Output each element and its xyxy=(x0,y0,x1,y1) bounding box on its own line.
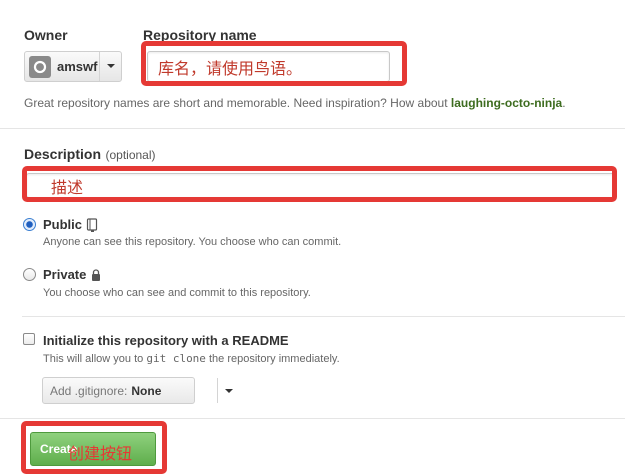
section-divider xyxy=(0,418,625,419)
public-label: Public xyxy=(43,217,83,232)
section-divider xyxy=(22,316,625,317)
readme-checkbox[interactable] xyxy=(23,333,35,345)
description-value: 描述 xyxy=(51,177,84,197)
private-note: You choose who can see and commit to thi… xyxy=(43,287,311,299)
repository-name-value: 库名，请使用鸟语。 xyxy=(158,58,303,78)
owner-label: Owner xyxy=(24,27,68,43)
public-note: Anyone can see this repository. You choo… xyxy=(43,236,342,248)
name-suggestion-link[interactable]: laughing-octo-ninja xyxy=(451,96,562,110)
readme-note: This will allow you to git clone the rep… xyxy=(43,352,340,365)
owner-name: amswf xyxy=(57,59,98,74)
description-input[interactable]: 描述 xyxy=(26,173,615,198)
repo-book-icon xyxy=(86,217,98,232)
private-radio[interactable] xyxy=(23,268,36,281)
readme-label: Initialize this repository with a README xyxy=(43,333,289,348)
repository-name-hint: Great repository names are short and mem… xyxy=(24,96,566,110)
readme-note-after: the repository immediately. xyxy=(209,353,340,365)
gitignore-label: Add .gitignore: xyxy=(50,383,128,398)
chevron-down-icon xyxy=(225,389,233,393)
chevron-down-icon xyxy=(107,64,115,68)
repository-name-label: Repository name xyxy=(143,27,257,43)
hint-end: . xyxy=(562,96,566,110)
octocat-icon xyxy=(33,60,47,73)
lock-icon xyxy=(92,268,101,281)
public-option: Public xyxy=(43,217,98,232)
gitignore-value: None xyxy=(131,383,162,398)
repository-name-input[interactable]: 库名，请使用鸟语。 xyxy=(147,51,390,82)
readme-note-code: git clone xyxy=(146,352,206,365)
hint-text: Great repository names are short and mem… xyxy=(24,96,448,110)
readme-note-before: This will allow you to xyxy=(43,353,144,365)
description-label: Description (optional) xyxy=(24,146,156,164)
avatar xyxy=(29,55,51,78)
public-radio[interactable] xyxy=(23,218,36,231)
dropdown-divider xyxy=(99,52,100,81)
create-button-annotation: 创建按钮 xyxy=(68,444,133,463)
private-label: Private xyxy=(43,267,87,282)
section-divider xyxy=(0,128,625,129)
description-label-text: Description xyxy=(24,146,102,162)
private-option: Private xyxy=(43,267,102,282)
gitignore-select[interactable]: Add .gitignore: None xyxy=(42,377,233,404)
optional-label: (optional) xyxy=(105,148,156,162)
dropdown-divider xyxy=(217,378,218,403)
owner-dropdown[interactable]: amswf xyxy=(24,51,122,82)
